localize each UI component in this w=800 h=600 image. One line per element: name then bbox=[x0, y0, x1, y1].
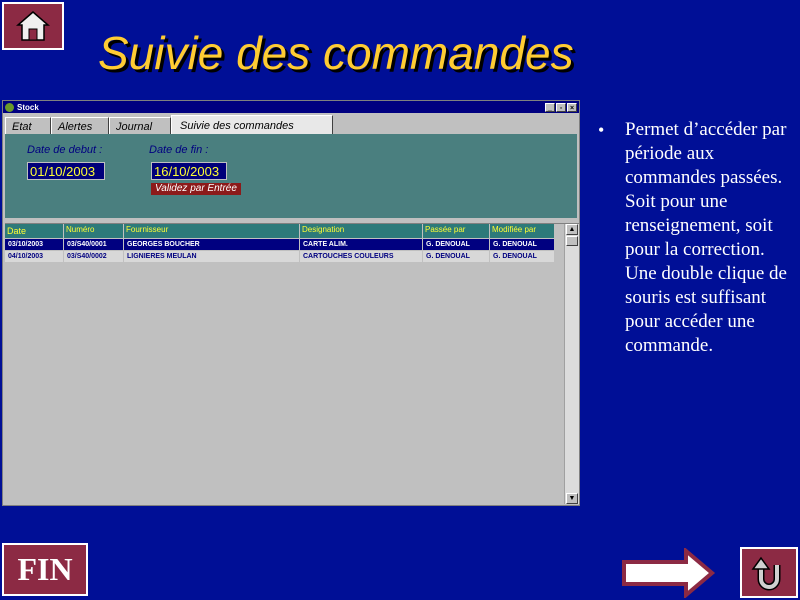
cell-modifiee-par: G. DENOUAL bbox=[490, 239, 555, 250]
description-text: Permet d’accéder par période aux command… bbox=[625, 119, 787, 356]
column-header-modifiee-par[interactable]: Modifiée par bbox=[490, 224, 555, 238]
cell-numero: 03/S40/0001 bbox=[64, 239, 124, 250]
vertical-scrollbar[interactable]: ▲ ▼ bbox=[564, 224, 579, 504]
table-row[interactable]: 04/10/2003 03/S40/0002 LIGNIERES MEULAN … bbox=[5, 251, 555, 263]
cell-passee-par: G. DENOUAL bbox=[423, 239, 490, 250]
column-header-fournisseur[interactable]: Fournisseur bbox=[124, 224, 300, 238]
end-date-label: Date de fin : bbox=[149, 144, 209, 156]
column-header-passee-par[interactable]: Passée par bbox=[423, 224, 490, 238]
cell-designation: CARTE ALIM. bbox=[300, 239, 423, 250]
cell-numero: 03/S40/0002 bbox=[64, 251, 124, 262]
start-date-label: Date de debut : bbox=[27, 144, 103, 156]
home-button[interactable] bbox=[2, 2, 64, 50]
fin-button[interactable]: FIN bbox=[2, 543, 88, 596]
home-icon bbox=[15, 11, 51, 41]
end-date-input[interactable] bbox=[151, 162, 227, 180]
bullet-icon: • bbox=[598, 120, 605, 140]
tab-suivie-des-commandes[interactable]: Suivie des commandes bbox=[171, 115, 333, 135]
arrow-right-icon[interactable] bbox=[622, 548, 716, 598]
column-header-designation[interactable]: Designation bbox=[300, 224, 423, 238]
cell-fournisseur: GEORGES BOUCHER bbox=[124, 239, 300, 250]
cell-passee-par: G. DENOUAL bbox=[423, 251, 490, 262]
grid-header: Date Numéro Fournisseur Designation Pass… bbox=[5, 224, 555, 238]
tab-bar: Etat Alertes Journal Suivie des commande… bbox=[5, 115, 333, 135]
cell-date: 04/10/2003 bbox=[5, 251, 64, 262]
cell-modifiee-par: G. DENOUAL bbox=[490, 251, 555, 262]
orders-grid: Date Numéro Fournisseur Designation Pass… bbox=[5, 223, 579, 505]
table-row[interactable]: 03/10/2003 03/S40/0001 GEORGES BOUCHER C… bbox=[5, 239, 555, 251]
description-item: • Permet d’accéder par période aux comma… bbox=[598, 118, 798, 358]
tab-alertes[interactable]: Alertes bbox=[51, 117, 109, 135]
window-controls: _ ▫ × bbox=[545, 102, 577, 112]
window-titlebar[interactable]: Stock _ ▫ × bbox=[3, 101, 579, 113]
column-header-numero[interactable]: Numéro bbox=[64, 224, 124, 238]
close-icon[interactable]: × bbox=[567, 102, 577, 112]
app-window: Stock _ ▫ × Etat Alertes Journal Suivie … bbox=[2, 100, 580, 506]
tab-journal[interactable]: Journal bbox=[109, 117, 171, 135]
slide-title: Suivie des commandes bbox=[98, 27, 574, 79]
cell-designation: CARTOUCHES COULEURS bbox=[300, 251, 423, 262]
scroll-thumb[interactable] bbox=[566, 236, 578, 246]
tab-etat[interactable]: Etat bbox=[5, 117, 51, 135]
grid-rows: 03/10/2003 03/S40/0001 GEORGES BOUCHER C… bbox=[5, 239, 555, 263]
maximize-icon[interactable]: ▫ bbox=[556, 102, 566, 112]
description-list: • Permet d’accéder par période aux comma… bbox=[598, 118, 798, 358]
scroll-down-icon[interactable]: ▼ bbox=[566, 493, 578, 504]
validate-hint: Validez par Entrée bbox=[151, 183, 241, 195]
column-header-date[interactable]: Date bbox=[5, 224, 64, 238]
u-turn-icon bbox=[751, 556, 781, 590]
start-date-input[interactable] bbox=[27, 162, 105, 180]
minimize-icon[interactable]: _ bbox=[545, 102, 555, 112]
date-filter-panel: Date de debut : Date de fin : Validez pa… bbox=[5, 134, 577, 218]
return-button[interactable] bbox=[740, 547, 798, 598]
cell-date: 03/10/2003 bbox=[5, 239, 64, 250]
window-title: Stock bbox=[17, 102, 39, 112]
cell-fournisseur: LIGNIERES MEULAN bbox=[124, 251, 300, 262]
scroll-up-icon[interactable]: ▲ bbox=[566, 224, 578, 235]
app-icon bbox=[5, 102, 14, 112]
